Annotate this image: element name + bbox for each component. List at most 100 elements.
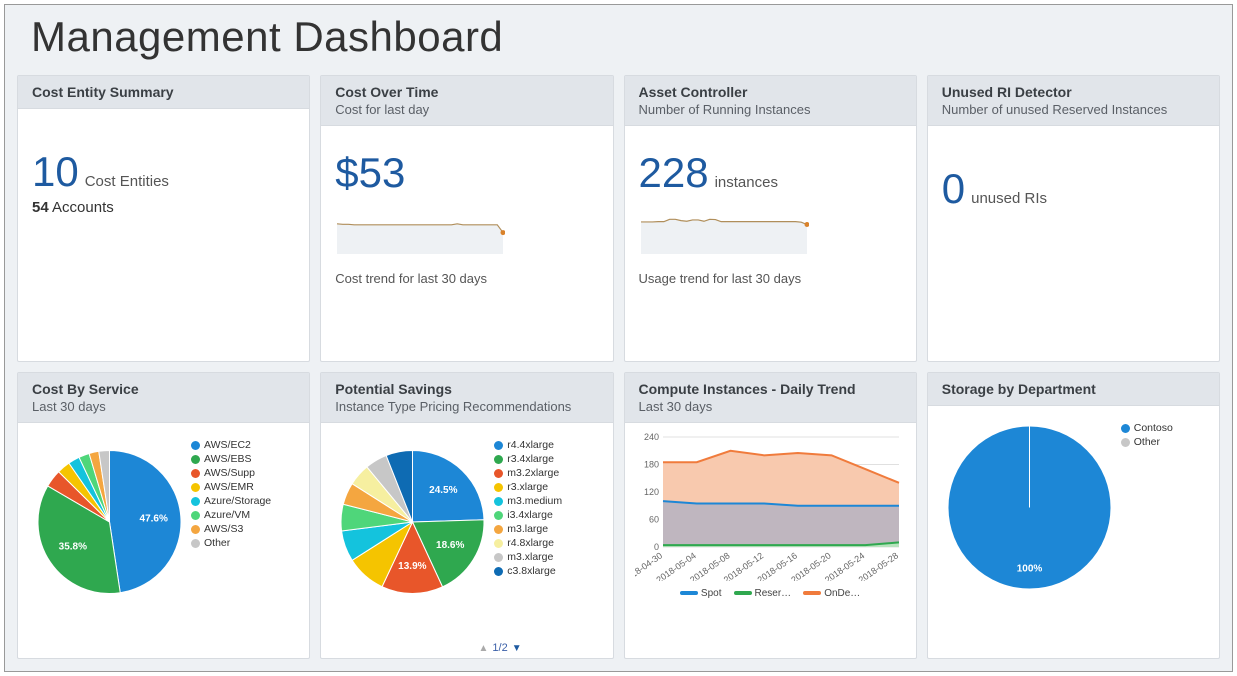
legend-item[interactable]: r3.4xlarge: [494, 453, 562, 465]
kpi-instances-value: 228: [639, 152, 709, 194]
legend-swatch-icon: [191, 497, 200, 506]
legend-item[interactable]: Contoso: [1121, 422, 1173, 434]
tile-body: 24.5% 18.6% 13.9% r4.4xlarge r3.4xlarge m3.2…: [321, 423, 612, 658]
legend-swatch-icon: [191, 483, 200, 492]
svg-text:18.6%: 18.6%: [436, 540, 464, 551]
svg-text:240: 240: [643, 432, 658, 442]
legend: AWS/EC2 AWS/EBS AWS/Supp AWS/EMR Azure/Stora…: [191, 437, 271, 644]
legend-item[interactable]: r3.xlarge: [494, 481, 562, 493]
svg-text:120: 120: [643, 487, 658, 497]
tile-body: 47.6% 35.8% AWS/EC2 AWS/EBS AWS/Supp AWS/EMR…: [18, 423, 309, 658]
pie-storage: 100%: [942, 420, 1117, 595]
legend-swatch-icon: [191, 441, 200, 450]
legend-label: Other: [204, 537, 230, 549]
legend-label: Other: [1134, 436, 1160, 448]
legend-swatch-icon: [494, 525, 503, 534]
tile-title: Cost By Service: [32, 381, 295, 397]
svg-text:47.6%: 47.6%: [140, 513, 168, 524]
line-legend: Spot Reser… OnDe…: [635, 588, 906, 599]
tile-asset-controller[interactable]: Asset Controller Number of Running Insta…: [624, 75, 917, 362]
legend-swatch-icon: [1121, 438, 1130, 447]
legend-spot: Spot: [701, 588, 722, 599]
legend-swatch-icon: [494, 441, 503, 450]
tile-header: Cost By Service Last 30 days: [18, 373, 309, 423]
legend-item[interactable]: AWS/EC2: [191, 439, 271, 451]
tile-title: Cost Over Time: [335, 84, 598, 100]
kpi-entities-value: 10: [32, 151, 79, 193]
tile-cost-by-service[interactable]: Cost By Service Last 30 days 47.6% 35.8% …: [17, 372, 310, 659]
svg-text:13.9%: 13.9%: [398, 561, 426, 572]
legend-label: c3.8xlarge: [507, 565, 555, 577]
tile-header: Storage by Department: [928, 373, 1219, 406]
tile-subtitle: Instance Type Pricing Recommendations: [335, 399, 598, 414]
kpi-unused-unit: unused RIs: [971, 190, 1047, 207]
legend-swatch-icon: [191, 469, 200, 478]
legend-item[interactable]: i3.4xlarge: [494, 509, 562, 521]
tile-title: Asset Controller: [639, 84, 902, 100]
legend-pager[interactable]: ▲ 1/2 ▼: [479, 642, 522, 654]
tile-subtitle: Number of Running Instances: [639, 102, 902, 117]
legend-item[interactable]: Azure/VM: [191, 509, 271, 521]
legend-label: AWS/EC2: [204, 439, 251, 451]
tile-header: Asset Controller Number of Running Insta…: [625, 76, 916, 126]
tile-body: 0601201802402018-04-302018-05-042018-05-…: [625, 423, 916, 658]
tile-title: Cost Entity Summary: [32, 84, 295, 100]
legend-swatch-icon: [191, 455, 200, 464]
legend-item[interactable]: r4.8xlarge: [494, 537, 562, 549]
legend-item[interactable]: AWS/EMR: [191, 481, 271, 493]
legend: Contoso Other: [1121, 420, 1173, 644]
legend-item[interactable]: c3.8xlarge: [494, 565, 562, 577]
svg-text:60: 60: [648, 515, 658, 525]
legend-item[interactable]: m3.large: [494, 523, 562, 535]
tile-body: 228 instances Usage trend for last 30 da…: [625, 126, 916, 361]
legend-swatch-icon: [494, 469, 503, 478]
legend-item[interactable]: Other: [191, 537, 271, 549]
legend-label: r4.4xlarge: [507, 439, 554, 451]
kpi-accounts-label: Accounts: [52, 199, 114, 216]
pager-next-icon[interactable]: ▼: [512, 643, 522, 654]
legend-swatch-icon: [1121, 424, 1130, 433]
tile-body: 0 unused RIs: [928, 126, 1219, 361]
pie-potential-savings: 24.5% 18.6% 13.9%: [335, 437, 490, 607]
legend-label: m3.xlarge: [507, 551, 553, 563]
kpi-unused-value: 0: [942, 168, 965, 210]
legend-swatch-icon: [494, 567, 503, 576]
legend-item[interactable]: m3.xlarge: [494, 551, 562, 563]
legend-item[interactable]: AWS/S3: [191, 523, 271, 535]
tile-subtitle: Last 30 days: [639, 399, 902, 414]
tile-unused-ri[interactable]: Unused RI Detector Number of unused Rese…: [927, 75, 1220, 362]
legend-swatch-icon: [494, 553, 503, 562]
tile-potential-savings[interactable]: Potential Savings Instance Type Pricing …: [320, 372, 613, 659]
legend: r4.4xlarge r3.4xlarge m3.2xlarge r3.xlarge m…: [494, 437, 562, 644]
svg-text:100%: 100%: [1016, 563, 1042, 574]
kpi-accounts-value: 54: [32, 199, 49, 216]
tile-title: Potential Savings: [335, 381, 598, 397]
tile-body: 100% Contoso Other: [928, 406, 1219, 658]
pager-prev-icon[interactable]: ▲: [479, 643, 489, 654]
trend-caption: Cost trend for last 30 days: [335, 271, 598, 286]
svg-text:35.8%: 35.8%: [59, 542, 87, 553]
svg-text:24.5%: 24.5%: [429, 485, 457, 496]
legend-label: r3.4xlarge: [507, 453, 554, 465]
legend-label: m3.medium: [507, 495, 562, 507]
legend-item[interactable]: Azure/Storage: [191, 495, 271, 507]
tile-cost-over-time[interactable]: Cost Over Time Cost for last day $53 Cos…: [320, 75, 613, 362]
tile-cost-entity-summary[interactable]: Cost Entity Summary 10 Cost Entities 54 …: [17, 75, 310, 362]
legend-item[interactable]: m3.2xlarge: [494, 467, 562, 479]
legend-label: r4.8xlarge: [507, 537, 554, 549]
svg-text:180: 180: [643, 460, 658, 470]
legend-item[interactable]: r4.4xlarge: [494, 439, 562, 451]
page-title: Management Dashboard: [17, 5, 1220, 75]
legend-item[interactable]: AWS/EBS: [191, 453, 271, 465]
tile-title: Storage by Department: [942, 381, 1205, 397]
tile-compute-daily[interactable]: Compute Instances - Daily Trend Last 30 …: [624, 372, 917, 659]
pie-cost-by-service: 47.6% 35.8%: [32, 437, 187, 607]
tile-header: Compute Instances - Daily Trend Last 30 …: [625, 373, 916, 423]
tile-storage-by-department[interactable]: Storage by Department 100% Contoso Other: [927, 372, 1220, 659]
legend-label: Azure/Storage: [204, 495, 271, 507]
legend-item[interactable]: AWS/Supp: [191, 467, 271, 479]
legend-item[interactable]: m3.medium: [494, 495, 562, 507]
tile-body: $53 Cost trend for last 30 days: [321, 126, 612, 361]
legend-item[interactable]: Other: [1121, 436, 1173, 448]
legend-label: m3.2xlarge: [507, 467, 559, 479]
